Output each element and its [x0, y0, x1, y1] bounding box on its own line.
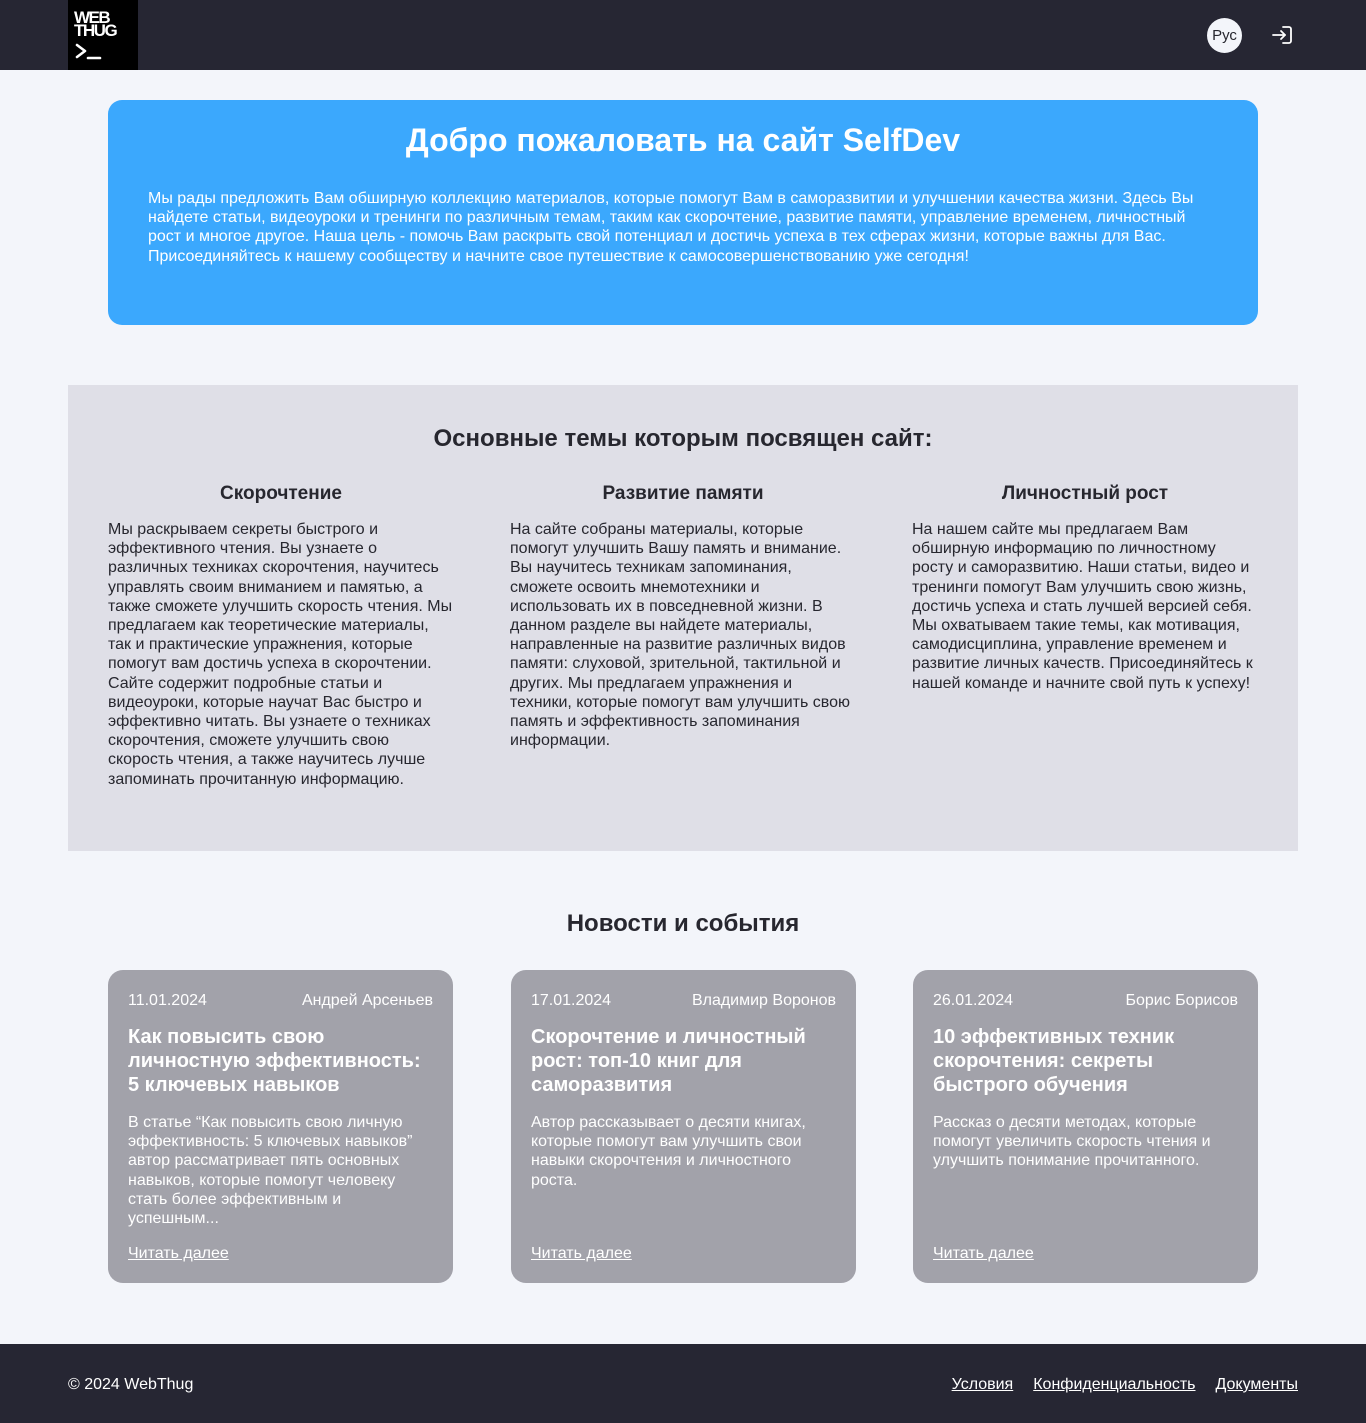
news-section-title: Новости и события [566, 910, 800, 937]
language-switch-button[interactable]: Рус [1207, 18, 1242, 53]
news-author: Борис Борисов [1125, 992, 1239, 1009]
copyright-text: © 2024 WebThug [68, 1376, 194, 1393]
topics-title: Основные темы которым посвящен сайт: [433, 425, 933, 452]
footer-link-privacy[interactable]: Конфиденциальность [1033, 1375, 1195, 1394]
news-title: 10 эффективных техник скорочтения: секре… [933, 1026, 1175, 1096]
topics-section: Основные темы которым посвящен сайт: Ско… [68, 385, 1298, 851]
news-author: Владимир Воронов [691, 992, 836, 1009]
footer-links: Условия Конфиденциальность Документы [952, 1375, 1298, 1394]
welcome-text: Мы рады предложить Вам обширную коллекци… [148, 190, 1194, 265]
news-card: 26.01.2024 Борис Борисов 10 эффективных … [913, 970, 1258, 1283]
read-more-link[interactable]: Читать далее [933, 1244, 1034, 1263]
topic-text: На нашем сайте мы предлагаем Вам обширну… [912, 521, 1253, 692]
footer-link-documents[interactable]: Документы [1216, 1375, 1298, 1394]
read-more-link[interactable]: Читать далее [531, 1244, 632, 1263]
terminal-prompt-icon [75, 43, 102, 60]
topic-text: На сайте собраны материалы, которые помо… [510, 521, 850, 750]
news-author: Андрей Арсеньев [301, 992, 433, 1009]
news-date: 26.01.2024 [933, 992, 1014, 1009]
news-date: 11.01.2024 [128, 992, 207, 1009]
topic-title: Развитие памяти [602, 483, 764, 504]
site-logo[interactable]: WEB THUG [68, 0, 138, 70]
topic-personal-growth: Личностный рост На нашем сайте мы предла… [912, 483, 1258, 693]
news-card: 17.01.2024 Владимир Воронов Скорочтение … [511, 970, 856, 1283]
login-icon[interactable] [1270, 23, 1294, 47]
news-title: Скорочтение и личностный рост: топ-10 кн… [531, 1026, 806, 1096]
news-card: 11.01.2024 Андрей Арсеньев Как повысить … [108, 970, 453, 1283]
welcome-banner: Добро пожаловать на сайт SelfDev Мы рады… [108, 100, 1258, 325]
news-date: 17.01.2024 [531, 992, 612, 1009]
news-excerpt: Автор рассказывает о десяти книгах, кото… [531, 1114, 806, 1189]
topic-memory: Развитие памяти На сайте собраны материа… [510, 483, 856, 750]
news-title: Как повысить свою личностную эффективнос… [128, 1026, 421, 1096]
topic-title: Скорочтение [220, 483, 342, 504]
news-excerpt: В статье “Как повысить свою личную эффек… [128, 1114, 413, 1228]
site-header: WEB THUG Рус [0, 0, 1366, 70]
site-footer: © 2024 WebThug Условия Конфиденциальност… [0, 1344, 1366, 1423]
welcome-title: Добро пожаловать на сайт SelfDev [405, 122, 961, 158]
topic-text: Мы раскрываем секреты быстрого и эффекти… [108, 521, 453, 788]
topic-speed-reading: Скорочтение Мы раскрываем секреты быстро… [108, 483, 454, 789]
footer-link-terms[interactable]: Условия [952, 1375, 1014, 1394]
news-excerpt: Рассказ о десяти методах, которые помогу… [933, 1114, 1211, 1170]
read-more-link[interactable]: Читать далее [128, 1244, 229, 1263]
topic-title: Личностный рост [1001, 483, 1169, 504]
logo-text-line2: THUG [74, 21, 118, 40]
